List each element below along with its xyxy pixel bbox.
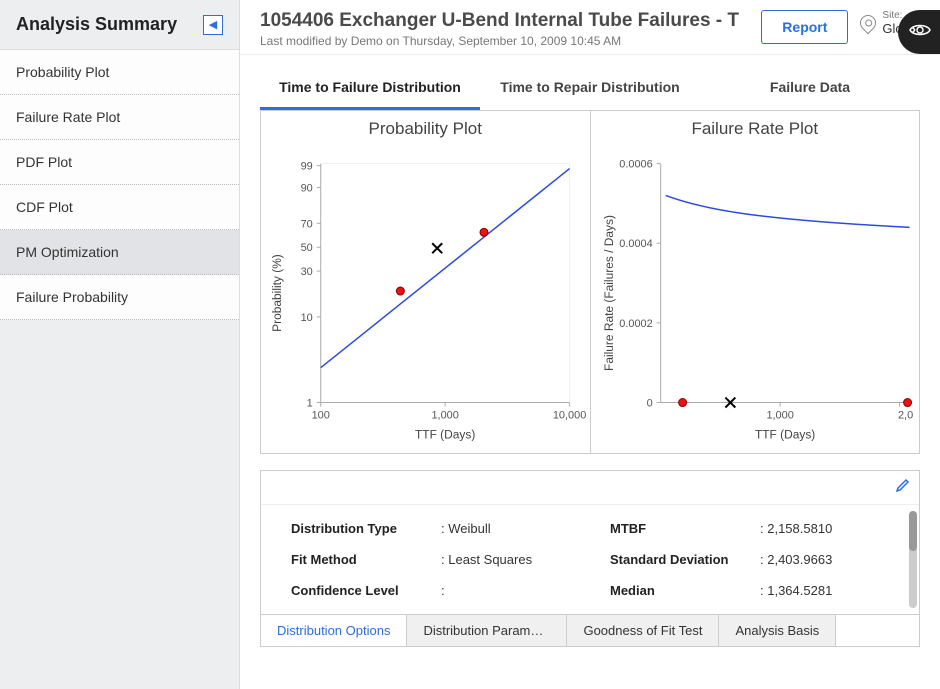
svg-text:99: 99: [301, 161, 313, 173]
detail-row: MTBF2,158.5810: [610, 513, 889, 544]
svg-text:0.0002: 0.0002: [619, 318, 652, 330]
svg-text:0.0006: 0.0006: [619, 159, 652, 171]
svg-text:10: 10: [301, 312, 313, 324]
scrollbar[interactable]: [909, 511, 917, 608]
tab-failure-data[interactable]: Failure Data: [700, 69, 920, 110]
sidebar: Analysis Summary ◀ Probability Plot Fail…: [0, 0, 240, 689]
page-subtitle: Last modified by Demo on Thursday, Septe…: [260, 34, 749, 48]
report-button[interactable]: Report: [761, 10, 848, 44]
svg-text:1,000: 1,000: [431, 409, 458, 421]
svg-text:10,000: 10,000: [553, 409, 586, 421]
main-tabs: Time to Failure Distribution Time to Rep…: [240, 55, 940, 110]
sidebar-item-probability-plot[interactable]: Probability Plot: [0, 50, 239, 95]
tab-time-to-failure[interactable]: Time to Failure Distribution: [260, 69, 480, 110]
sidebar-item-cdf-plot[interactable]: CDF Plot: [0, 185, 239, 230]
probability-plot-card: Probability Plot 1 10 30 50: [260, 110, 591, 454]
btab-distribution-options[interactable]: Distribution Options: [261, 615, 407, 646]
detail-row: Fit MethodLeast Squares: [291, 544, 570, 575]
svg-text:2,0: 2,0: [897, 409, 912, 421]
probability-plot-svg: 1 10 30 50 70 90 99 100 1,000 10,000: [261, 143, 590, 453]
svg-text:0.0004: 0.0004: [619, 238, 652, 250]
tab-time-to-repair[interactable]: Time to Repair Distribution: [480, 69, 700, 110]
eye-back-icon: [909, 22, 931, 43]
svg-text:50: 50: [301, 242, 313, 254]
detail-row: Confidence Level: [291, 575, 570, 606]
distribution-details-card: Distribution TypeWeibull Fit MethodLeast…: [260, 470, 920, 647]
location-pin-icon: [857, 12, 880, 35]
sidebar-item-pdf-plot[interactable]: PDF Plot: [0, 140, 239, 185]
svg-text:Failure Rate (Failures / Days): Failure Rate (Failures / Days): [601, 215, 615, 371]
page-title: 1054406 Exchanger U-Bend Internal Tube F…: [260, 10, 749, 32]
detail-row: Distribution TypeWeibull: [291, 513, 570, 544]
svg-text:TTF (Days): TTF (Days): [415, 427, 475, 441]
detail-row: Median1,364.5281: [610, 575, 889, 606]
svg-text:90: 90: [301, 182, 313, 194]
btab-distribution-parameters[interactable]: Distribution Parameter..: [407, 615, 567, 646]
sidebar-title: Analysis Summary: [16, 14, 177, 35]
detail-tabs: Distribution Options Distribution Parame…: [261, 614, 919, 646]
data-point: [480, 228, 488, 236]
failure-rate-plot-svg: 0 0.0002 0.0004 0.0006 1,000 2,0 Failure…: [591, 143, 920, 453]
chart-title-left: Probability Plot: [261, 111, 590, 143]
censored-point-icon: [432, 243, 442, 253]
btab-goodness-of-fit[interactable]: Goodness of Fit Test: [567, 615, 719, 646]
svg-text:1,000: 1,000: [766, 409, 793, 421]
sidebar-item-failure-rate-plot[interactable]: Failure Rate Plot: [0, 95, 239, 140]
collapse-sidebar-button[interactable]: ◀: [203, 15, 223, 35]
svg-text:Probability (%): Probability (%): [270, 254, 284, 332]
chart-title-right: Failure Rate Plot: [591, 111, 920, 143]
data-point: [903, 399, 911, 407]
svg-text:0: 0: [646, 398, 652, 410]
data-point: [678, 399, 686, 407]
edit-icon[interactable]: [895, 477, 911, 498]
sidebar-item-failure-probability[interactable]: Failure Probability: [0, 275, 239, 320]
sidebar-item-pm-optimization[interactable]: PM Optimization: [0, 230, 239, 275]
svg-text:100: 100: [312, 409, 330, 421]
side-drawer-toggle[interactable]: [898, 10, 940, 54]
svg-text:70: 70: [301, 218, 313, 230]
svg-text:1: 1: [307, 398, 313, 410]
svg-text:30: 30: [301, 266, 313, 278]
failure-rate-plot-card: Failure Rate Plot 0 0.0002 0.0004 0.0006…: [591, 110, 921, 454]
btab-analysis-basis[interactable]: Analysis Basis: [719, 615, 836, 646]
main-panel: 1054406 Exchanger U-Bend Internal Tube F…: [240, 0, 940, 689]
data-point: [396, 287, 404, 295]
detail-row: Standard Deviation2,403.9663: [610, 544, 889, 575]
svg-text:TTF (Days): TTF (Days): [754, 427, 814, 441]
